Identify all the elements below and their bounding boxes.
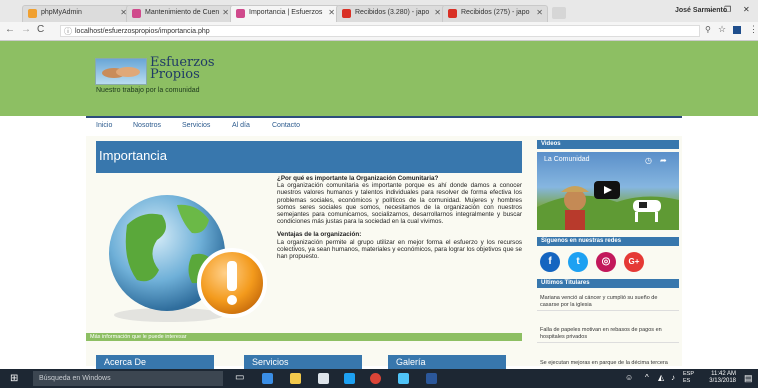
tab-importancia[interactable]: Importancia | Esfuerzos ✕ [230,5,340,22]
info-icon: ⓘ [64,27,72,36]
tab-label: Recibidos (275) - japo [461,9,530,16]
url-input[interactable]: ⓘ localhost/esfuerzospropios/importancia… [60,25,700,37]
video-title[interactable]: La Comunidad [544,156,590,163]
close-icon[interactable]: ✕ [222,8,229,17]
watch-later-icon[interactable]: ◷ [645,156,652,165]
tab-gmail-1[interactable]: Recibidos (3.280) - japo ✕ [336,5,446,22]
windows-start-icon[interactable]: ⊞ [10,373,18,384]
input-language[interactable]: ESP ES [683,371,694,385]
facebook-icon[interactable]: f [540,252,560,272]
people-icon[interactable]: ☺ [625,373,633,382]
close-icon[interactable]: ✕ [434,8,441,17]
site-favicon-icon [132,9,141,18]
news-item[interactable]: Falla de papeles motivan en rebasos de p… [537,325,679,343]
file-explorer-icon[interactable] [262,373,273,384]
main-nav: Inicio Nosotros Servicios Al día Contact… [86,116,682,138]
forward-icon[interactable]: → [21,24,31,35]
close-window-icon[interactable]: ✕ [743,5,750,14]
tab-label: Importancia | Esfuerzos [249,9,323,16]
restore-icon[interactable]: ❐ [724,5,731,14]
tab-phpmyadmin[interactable]: phpMyAdmin ✕ [22,5,132,22]
tab-gmail-2[interactable]: Recibidos (275) - japo ✕ [442,5,548,22]
instagram-icon[interactable]: ◎ [596,252,616,272]
nav-contacto[interactable]: Contacto [272,122,300,129]
tab-label: Recibidos (3.280) - japo [355,9,430,16]
tray-chevron-icon[interactable]: ^ [645,373,649,382]
play-button[interactable] [594,181,620,199]
advantages-body: La organización permite al grupo utiliza… [277,238,522,261]
more-info-heading: Más información que le puede interesar [86,333,522,341]
profile-name[interactable]: José Sarmiento [675,7,727,14]
browser-tab-bar: phpMyAdmin ✕ Mantenimiento de Cuen ✕ Imp… [0,0,758,22]
card-acerca-de[interactable]: Acerca De [96,355,214,369]
bookmark-star-icon[interactable]: ☆ [718,24,726,35]
clock-date: 3/13/2018 [709,378,736,384]
reload-icon[interactable]: C [37,24,44,35]
news-item[interactable]: Mariana venció al cáncer y cumplió su su… [537,293,679,311]
news-heading: Últimos Titulares [537,279,679,288]
close-icon[interactable]: ✕ [328,8,335,17]
globe-warning-icon [97,185,267,325]
nav-inicio[interactable]: Inicio [96,122,112,129]
close-icon[interactable]: ✕ [536,8,543,17]
back-icon[interactable]: ← [5,24,15,35]
address-toolbar: ← → C ⓘ localhost/esfuerzospropios/impor… [0,22,758,41]
share-icon[interactable]: ➦ [660,156,667,165]
app-icon[interactable] [318,373,329,384]
social-heading: Síguenos en nuestras redes [537,237,679,246]
taskbar-search[interactable]: Búsqueda en Windows [33,371,223,386]
clock-time: 11:42 AM [711,371,736,377]
question-heading: ¿Por qué es importante la Organización C… [277,175,439,182]
extension-icon[interactable] [733,26,741,34]
new-tab-button[interactable] [552,7,566,19]
twitter-app-icon[interactable] [344,373,355,384]
tab-label: Mantenimiento de Cuen [145,9,220,16]
google-plus-icon[interactable]: G+ [624,252,644,272]
lang-line-1: ESP [683,371,695,377]
vscode-icon[interactable] [398,373,409,384]
advantages-heading: Ventajas de la organización: [277,231,362,239]
gmail-icon [342,9,351,18]
volume-icon[interactable]: ♪ [671,373,675,382]
handshake-logo-icon [95,58,147,85]
card-galeria[interactable]: Galería [388,355,506,369]
tab-label: phpMyAdmin [41,9,82,16]
gmail-icon [448,9,457,18]
logo-line-2: Propios [150,67,200,82]
page-title: Importancia [99,148,167,163]
system-clock[interactable]: 11:42 AM 3/13/2018 [700,371,736,385]
store-icon[interactable] [290,373,301,384]
task-view-icon[interactable]: ▭ [235,372,244,383]
nav-servicios[interactable]: Servicios [182,122,210,129]
twitter-icon[interactable]: t [568,252,588,272]
windows-taskbar: ⊞ Búsqueda en Windows ▭ ☺ ^ ◭ ♪ ▤ [0,369,758,388]
minimize-icon[interactable]: – [708,5,713,15]
site-logo[interactable]: Esfuerzos Propios [150,56,215,82]
phpmyadmin-icon [28,9,37,18]
url-text: localhost/esfuerzospropios/importancia.p… [75,28,210,35]
word-icon[interactable] [426,373,437,384]
videos-heading: Videos [537,140,679,149]
site-favicon-icon [236,9,245,18]
lang-line-2: ES [683,378,691,384]
search-placeholder: Búsqueda en Windows [39,375,111,382]
tab-mantenimiento[interactable]: Mantenimiento de Cuen ✕ [126,5,234,22]
zoom-icon[interactable]: ⚲ [705,25,711,34]
nav-al-dia[interactable]: Al día [232,122,250,129]
notifications-icon[interactable]: ▤ [744,373,753,384]
tagline: Nuestro trabajo por la comunidad [96,87,200,94]
nav-nosotros[interactable]: Nosotros [133,122,161,129]
chrome-icon[interactable] [370,373,381,384]
card-servicios[interactable]: Servicios [244,355,362,369]
network-icon[interactable]: ◭ [658,373,664,382]
question-body: La organización comunitaria es important… [277,182,522,226]
menu-icon[interactable]: ⋮ [749,24,758,35]
news-item[interactable]: Se ejecutan mejoras en parque de la déci… [537,358,679,370]
article-content: ¿Por qué es importante la Organización C… [277,175,522,260]
